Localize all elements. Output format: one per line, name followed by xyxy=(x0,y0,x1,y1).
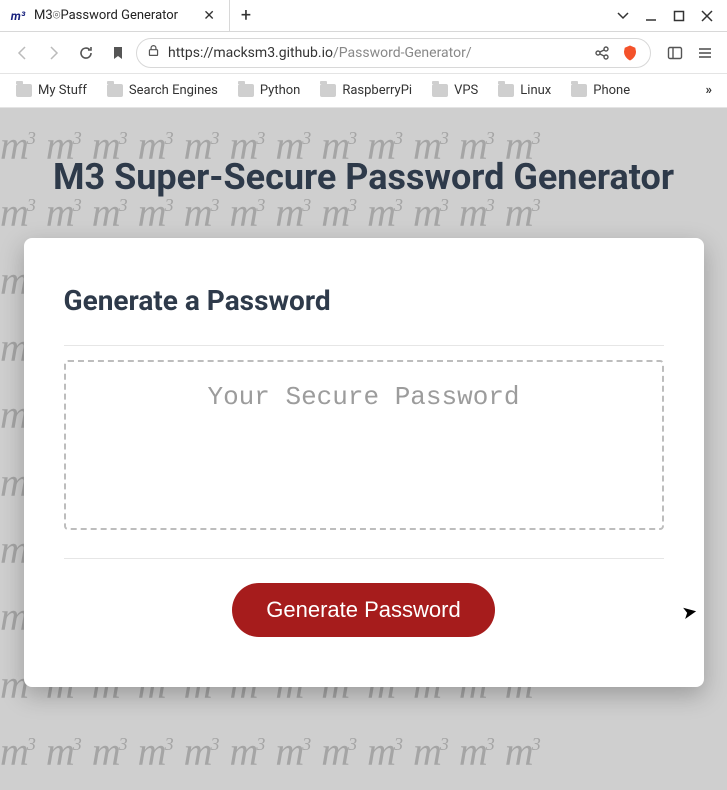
sidebar-toggle-icon[interactable] xyxy=(661,39,689,67)
card-heading: Generate a Password xyxy=(64,284,664,317)
tab-title: M3⌾Password Generator xyxy=(34,8,191,23)
folder-icon xyxy=(16,84,32,97)
bookmarks-overflow-icon[interactable]: » xyxy=(700,79,720,102)
generator-card: Generate a Password Your Secure Password… xyxy=(24,238,704,687)
page-viewport: mmmmmmmmmmmm mmmmmmmmmmmm mmmmmmmmmmmm m… xyxy=(0,108,727,790)
bookmark-label: Phone xyxy=(593,83,630,98)
bookmark-item[interactable]: Search Engines xyxy=(99,79,226,102)
divider xyxy=(64,558,664,559)
close-tab-icon[interactable]: ✕ xyxy=(199,6,219,26)
password-output[interactable]: Your Secure Password xyxy=(64,360,664,530)
bookmark-label: RaspberryPi xyxy=(342,83,412,98)
window-minimize-button[interactable] xyxy=(637,2,665,30)
bookmark-item[interactable]: Linux xyxy=(490,79,559,102)
folder-icon xyxy=(432,84,448,97)
url-path: /Password-Generator/ xyxy=(333,45,472,61)
divider xyxy=(64,345,664,346)
browser-toolbar: https://macksm3.github.io/Password-Gener… xyxy=(0,32,727,74)
bookmarks-bar: My Stuff Search Engines Python Raspberry… xyxy=(0,74,727,108)
bookmark-item[interactable]: My Stuff xyxy=(8,79,95,102)
bookmark-item[interactable]: Python xyxy=(230,79,308,102)
folder-icon xyxy=(571,84,587,97)
url-host: https://macksm3.github.io xyxy=(168,45,333,61)
url-text: https://macksm3.github.io/Password-Gener… xyxy=(168,45,584,61)
bookmark-icon[interactable] xyxy=(104,39,132,67)
bookmark-item[interactable]: VPS xyxy=(424,79,486,102)
bookmark-label: VPS xyxy=(454,83,478,98)
share-icon[interactable] xyxy=(592,45,612,61)
folder-icon xyxy=(320,84,336,97)
bookmark-label: Python xyxy=(260,83,300,98)
bookmark-label: Linux xyxy=(520,83,551,98)
nav-back-button[interactable] xyxy=(8,39,36,67)
address-bar[interactable]: https://macksm3.github.io/Password-Gener… xyxy=(136,38,651,68)
tab-favicon: m³ xyxy=(10,8,26,24)
window-maximize-button[interactable] xyxy=(665,2,693,30)
browser-tab[interactable]: m³ M3⌾Password Generator ✕ xyxy=(0,0,230,32)
folder-icon xyxy=(238,84,254,97)
page-title: M3 Super-Secure Password Generator xyxy=(53,156,674,198)
window-titlebar: m³ M3⌾Password Generator ✕ + xyxy=(0,0,727,32)
folder-icon xyxy=(107,84,123,97)
folder-icon xyxy=(498,84,514,97)
brave-shield-icon[interactable] xyxy=(620,44,640,62)
bookmark-label: Search Engines xyxy=(129,83,218,98)
bookmark-item[interactable]: Phone xyxy=(563,79,638,102)
bookmark-label: My Stuff xyxy=(38,83,87,98)
reload-button[interactable] xyxy=(72,39,100,67)
lock-icon xyxy=(147,44,160,61)
nav-forward-button[interactable] xyxy=(40,39,68,67)
tab-dropdown-button[interactable] xyxy=(609,2,637,30)
generate-button[interactable]: Generate Password xyxy=(232,583,494,637)
app-menu-icon[interactable] xyxy=(691,39,719,67)
new-tab-button[interactable]: + xyxy=(230,0,262,32)
bookmark-item[interactable]: RaspberryPi xyxy=(312,79,420,102)
window-close-button[interactable] xyxy=(693,2,721,30)
